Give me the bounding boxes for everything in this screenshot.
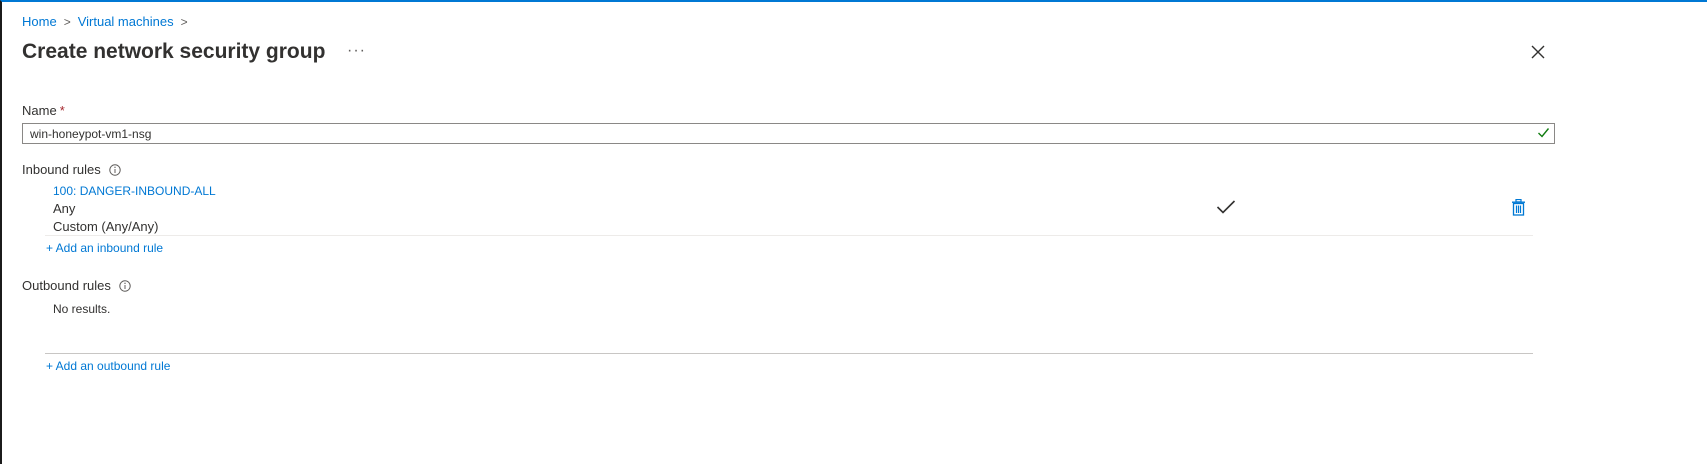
breadcrumb-separator: > [180, 14, 188, 29]
close-button[interactable] [1530, 44, 1546, 60]
breadcrumb-virtual-machines[interactable]: Virtual machines [78, 14, 174, 29]
delete-rule-button[interactable] [1511, 198, 1526, 221]
inbound-rules-label: Inbound rules [22, 162, 121, 177]
inbound-rule-source: Any [53, 201, 76, 216]
outbound-rules-text: Outbound rules [22, 278, 111, 293]
required-marker: * [59, 103, 65, 118]
info-icon[interactable] [119, 279, 131, 292]
inbound-rules-text: Inbound rules [22, 162, 101, 177]
outbound-rules-label: Outbound rules [22, 278, 131, 293]
add-outbound-rule-link[interactable]: + Add an outbound rule [46, 359, 170, 373]
input-valid-checkmark [1537, 126, 1550, 144]
info-icon[interactable] [109, 163, 121, 176]
divider [45, 353, 1533, 354]
name-field-label: Name * [22, 103, 65, 118]
name-input[interactable] [22, 123, 1555, 144]
name-label-text: Name [22, 103, 57, 118]
inbound-rule-name-link[interactable]: 100: DANGER-INBOUND-ALL [53, 184, 216, 198]
breadcrumb-separator: > [63, 14, 71, 29]
divider [45, 235, 1533, 236]
close-icon [1531, 45, 1545, 59]
page-title: Create network security group [22, 40, 326, 63]
blade-panel: Home > Virtual machines > Create network… [0, 0, 1707, 464]
inbound-rule-protocol: Custom (Any/Any) [53, 219, 159, 234]
trash-icon [1512, 198, 1525, 216]
inbound-rule-status [1216, 199, 1236, 220]
checkmark-icon [1538, 128, 1550, 138]
breadcrumb: Home > Virtual machines > [22, 14, 195, 29]
outbound-empty-text: No results. [53, 302, 111, 316]
breadcrumb-home[interactable]: Home [22, 14, 57, 29]
checkmark-icon [1216, 200, 1236, 214]
add-inbound-rule-link[interactable]: + Add an inbound rule [46, 241, 163, 255]
more-options-button[interactable]: ··· [347, 42, 366, 60]
